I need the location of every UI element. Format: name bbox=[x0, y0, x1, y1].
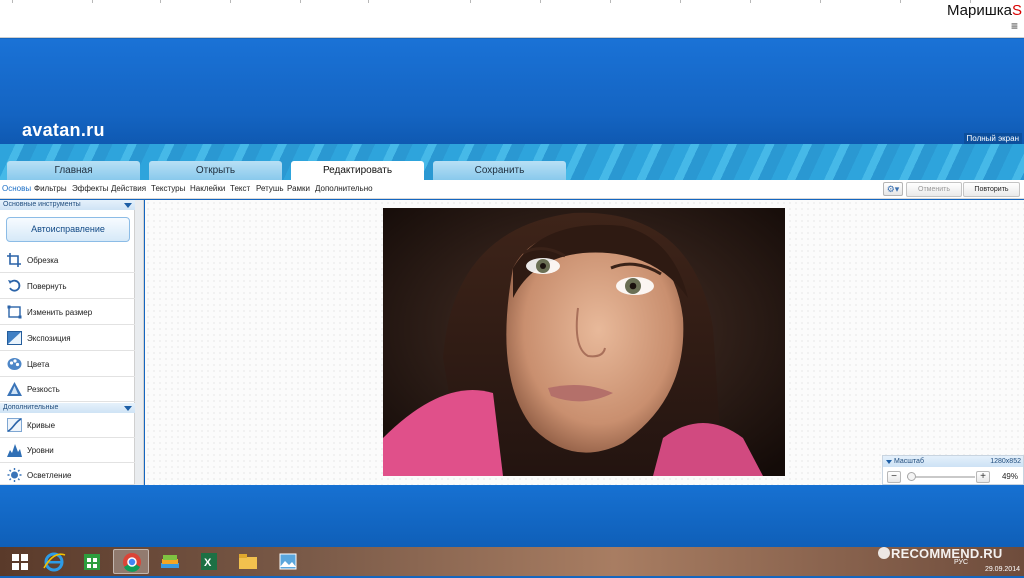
tab-home[interactable]: Главная bbox=[7, 161, 140, 180]
settings-button[interactable]: ⚙▾ bbox=[883, 182, 903, 196]
resize-icon bbox=[7, 305, 22, 319]
extra-tools-header-label: Дополнительные bbox=[3, 404, 59, 411]
collapse-arrow-icon bbox=[124, 406, 132, 411]
exposure-icon bbox=[7, 331, 22, 345]
internet-explorer-icon bbox=[43, 552, 66, 572]
collapse-arrow-icon bbox=[124, 203, 132, 208]
zoom-percent: 49% bbox=[1001, 472, 1018, 481]
palette-icon bbox=[7, 358, 22, 370]
menu-icon[interactable]: ≡ bbox=[1011, 20, 1018, 32]
bluestacks-icon bbox=[161, 555, 179, 568]
rotate-icon bbox=[8, 279, 21, 292]
site-header bbox=[0, 39, 1024, 147]
tool-lighten[interactable]: Осветление bbox=[0, 463, 135, 485]
image-resolution: 1280x852 bbox=[990, 458, 1021, 465]
zoom-panel: Масштаб 1280x852 − + 49% bbox=[882, 455, 1024, 485]
file-explorer-icon bbox=[239, 554, 257, 569]
undo-button[interactable]: Отменить bbox=[906, 182, 962, 197]
subtab-stickers[interactable]: Наклейки bbox=[190, 184, 225, 193]
curves-icon bbox=[7, 418, 22, 432]
user-name-suffix: S bbox=[1011, 2, 1022, 19]
watermark: RECOMMEND.RU bbox=[878, 546, 1002, 561]
windows-start-icon bbox=[12, 554, 28, 570]
tool-rotate[interactable]: Повернуть bbox=[0, 274, 135, 299]
subtab-retouch[interactable]: Ретушь bbox=[256, 184, 284, 193]
sidebar-scrollbar[interactable] bbox=[135, 200, 144, 485]
extra-tools-header[interactable]: Дополнительные bbox=[0, 403, 135, 413]
store-icon bbox=[84, 554, 100, 570]
tool-label: Цвета bbox=[27, 360, 50, 369]
basic-tools-header-label: Основные инструменты bbox=[3, 201, 81, 208]
subtab-basics[interactable]: Основы bbox=[2, 184, 31, 193]
tool-label: Осветление bbox=[27, 471, 72, 480]
tool-crop[interactable]: Обрезка bbox=[0, 248, 135, 273]
site-logo[interactable]: avatan.ru bbox=[22, 120, 105, 141]
tool-exposure[interactable]: Экспозиция bbox=[0, 326, 135, 351]
tab-save[interactable]: Сохранить bbox=[433, 161, 566, 180]
zoom-out-button[interactable]: − bbox=[887, 471, 901, 483]
basic-tools-header[interactable]: Основные инструменты bbox=[0, 200, 135, 210]
page-footer-area bbox=[0, 485, 1024, 547]
taskbar-ie[interactable] bbox=[36, 549, 72, 574]
taskbar-explorer[interactable] bbox=[230, 549, 266, 574]
excel-icon: X bbox=[201, 553, 217, 570]
subtab-filters[interactable]: Фильтры bbox=[34, 184, 67, 193]
browser-top-bar: МаришкаS ≡ bbox=[0, 0, 1024, 38]
taskbar-photos[interactable] bbox=[270, 549, 306, 574]
tool-label: Повернуть bbox=[27, 282, 67, 291]
redo-button[interactable]: Повторить bbox=[963, 182, 1020, 197]
auto-fix-button[interactable]: Автоисправление bbox=[6, 217, 130, 242]
subtab-text[interactable]: Текст bbox=[230, 184, 250, 193]
levels-icon bbox=[7, 444, 22, 457]
taskbar-store[interactable] bbox=[74, 549, 110, 574]
svg-text:X: X bbox=[204, 557, 212, 569]
collapse-arrow-icon bbox=[886, 460, 892, 464]
sub-toolbar: Основы Фильтры Эффекты Действия Текстуры… bbox=[0, 180, 1024, 199]
zoom-slider-track[interactable] bbox=[907, 476, 975, 478]
subtab-extra[interactable]: Дополнительно bbox=[315, 184, 373, 193]
top-edge-marks bbox=[0, 0, 1024, 4]
tool-curves[interactable]: Кривые bbox=[0, 413, 135, 438]
tool-sharpness[interactable]: Резкость bbox=[0, 377, 135, 402]
zoom-label: Масштаб bbox=[894, 458, 924, 465]
fullscreen-button[interactable]: Полный экран bbox=[963, 133, 1022, 144]
gear-icon: ⚙▾ bbox=[886, 184, 900, 194]
clock-date[interactable]: 29.09.2014 bbox=[985, 566, 1020, 573]
subtab-textures[interactable]: Текстуры bbox=[151, 184, 185, 193]
sharpness-icon bbox=[7, 382, 22, 396]
user-name-text: Маришка bbox=[946, 2, 1012, 19]
tool-label: Обрезка bbox=[27, 256, 59, 265]
photos-icon bbox=[279, 553, 297, 570]
taskbar-bluestacks[interactable] bbox=[152, 549, 188, 574]
tool-resize[interactable]: Изменить размер bbox=[0, 300, 135, 325]
tab-open[interactable]: Открыть bbox=[149, 161, 282, 180]
user-name[interactable]: МаришкаS bbox=[947, 2, 1024, 19]
watermark-logo-icon bbox=[878, 547, 890, 559]
chrome-icon bbox=[123, 553, 141, 572]
tab-edit[interactable]: Редактировать bbox=[291, 161, 424, 181]
tool-colors[interactable]: Цвета bbox=[0, 352, 135, 377]
crop-icon bbox=[7, 253, 21, 267]
start-button[interactable] bbox=[2, 549, 38, 574]
zoom-slider-handle[interactable] bbox=[907, 472, 916, 481]
lighten-icon bbox=[7, 468, 22, 482]
tool-label: Изменить размер bbox=[27, 308, 93, 317]
taskbar-excel[interactable]: X bbox=[191, 549, 227, 574]
subtab-effects[interactable]: Эффекты bbox=[72, 184, 108, 193]
subtab-actions[interactable]: Действия bbox=[111, 184, 146, 193]
tool-levels[interactable]: Уровни bbox=[0, 438, 135, 463]
watermark-text: RECOMMEND.RU bbox=[891, 546, 1003, 561]
edited-photo[interactable] bbox=[383, 208, 785, 476]
zoom-in-button[interactable]: + bbox=[976, 471, 990, 483]
taskbar-chrome[interactable] bbox=[113, 549, 149, 574]
tool-label: Кривые bbox=[27, 421, 56, 430]
tool-label: Уровни bbox=[27, 446, 54, 455]
subtab-frames[interactable]: Рамки bbox=[287, 184, 310, 193]
tool-label: Резкость bbox=[27, 385, 60, 394]
tool-label: Экспозиция bbox=[27, 334, 71, 343]
portrait-image bbox=[383, 208, 785, 476]
